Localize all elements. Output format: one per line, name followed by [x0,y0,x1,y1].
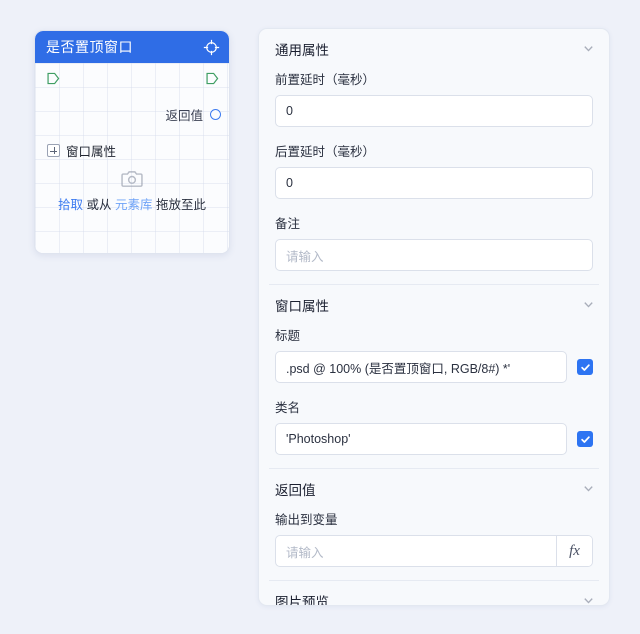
field-label-window-class: 类名 [275,401,301,415]
field-label-pre-delay: 前置延时（毫秒） [275,73,376,87]
dropzone-tail-text: 拖放至此 [155,198,206,212]
chevron-down-icon[interactable] [582,42,595,55]
field-post-delay: 后置延时（毫秒） 0 [259,141,609,212]
pre-delay-input[interactable]: 0 [275,95,593,127]
field-label-output-variable: 输出到变量 [275,513,338,527]
field-label-remark: 备注 [275,217,301,231]
section-title-general: 通用属性 [275,42,329,58]
remark-input[interactable]: 请输入 [275,239,593,271]
section-title-window: 窗口属性 [275,298,329,314]
field-window-class: 类名 'Photoshop' [259,397,609,468]
section-header-general[interactable]: 通用属性 [259,29,609,68]
window-class-checkbox[interactable] [577,431,593,447]
chevron-down-icon[interactable] [582,298,595,311]
section-title-return: 返回值 [275,482,316,498]
return-value-port[interactable] [210,109,221,120]
node-header[interactable]: 是否置顶窗口 [35,31,229,63]
flow-port-row [35,63,229,93]
node-window-attribute-row[interactable]: 窗口属性 [47,141,116,160]
chevron-down-icon[interactable] [582,482,595,495]
flow-input-port[interactable] [46,71,61,86]
node-window-attribute-label: 窗口属性 [66,145,117,159]
output-variable-input[interactable]: 请输入 [276,536,556,566]
field-label-window-title: 标题 [275,329,301,343]
dropzone-pick-link[interactable]: 拾取 [58,198,83,212]
section-header-image-preview[interactable]: 图片预览 [259,581,609,606]
field-remark: 备注 请输入 [259,213,609,284]
section-header-return[interactable]: 返回值 [259,469,609,508]
field-window-title: 标题 .psd @ 100% (是否置顶窗口, RGB/8#) *' [259,325,609,396]
node-card[interactable]: 是否置顶窗口 返回值 窗口属性 拾取 或从 元素库 拖放至此 [34,30,230,254]
expand-plus-icon[interactable] [47,144,60,157]
node-return-label: 返回值 [165,109,203,123]
properties-panel: 通用属性 前置延时（毫秒） 0 后置延时（毫秒） 0 备注 请输入 窗口属性 标… [258,28,610,606]
section-header-window[interactable]: 窗口属性 [259,285,609,324]
node-return-row: 返回值 [35,105,229,124]
element-dropzone[interactable]: 拾取 或从 元素库 拖放至此 [35,169,229,213]
node-title: 是否置顶窗口 [46,39,133,55]
dropzone-text: 拾取 或从 元素库 拖放至此 [58,194,206,213]
dropzone-middle-text: 或从 [86,198,112,212]
section-title-image-preview: 图片预览 [275,594,329,606]
field-output-variable: 输出到变量 请输入 fx [259,509,609,580]
field-pre-delay: 前置延时（毫秒） 0 [259,69,609,140]
flow-output-port[interactable] [205,71,220,86]
chevron-down-icon[interactable] [582,594,595,605]
window-class-input[interactable]: 'Photoshop' [275,423,567,455]
canvas: 是否置顶窗口 返回值 窗口属性 拾取 或从 元素库 拖放至此 通用属性 前置延时… [0,0,640,634]
window-title-input[interactable]: .psd @ 100% (是否置顶窗口, RGB/8#) *' [275,351,567,383]
crosshair-icon[interactable] [203,39,220,56]
post-delay-input[interactable]: 0 [275,167,593,199]
camera-icon [121,169,143,188]
node-body: 返回值 窗口属性 拾取 或从 元素库 拖放至此 [35,63,229,253]
dropzone-library-link[interactable]: 元素库 [115,198,153,212]
fx-button[interactable]: fx [556,536,592,566]
field-label-post-delay: 后置延时（毫秒） [275,145,376,159]
window-title-checkbox[interactable] [577,359,593,375]
